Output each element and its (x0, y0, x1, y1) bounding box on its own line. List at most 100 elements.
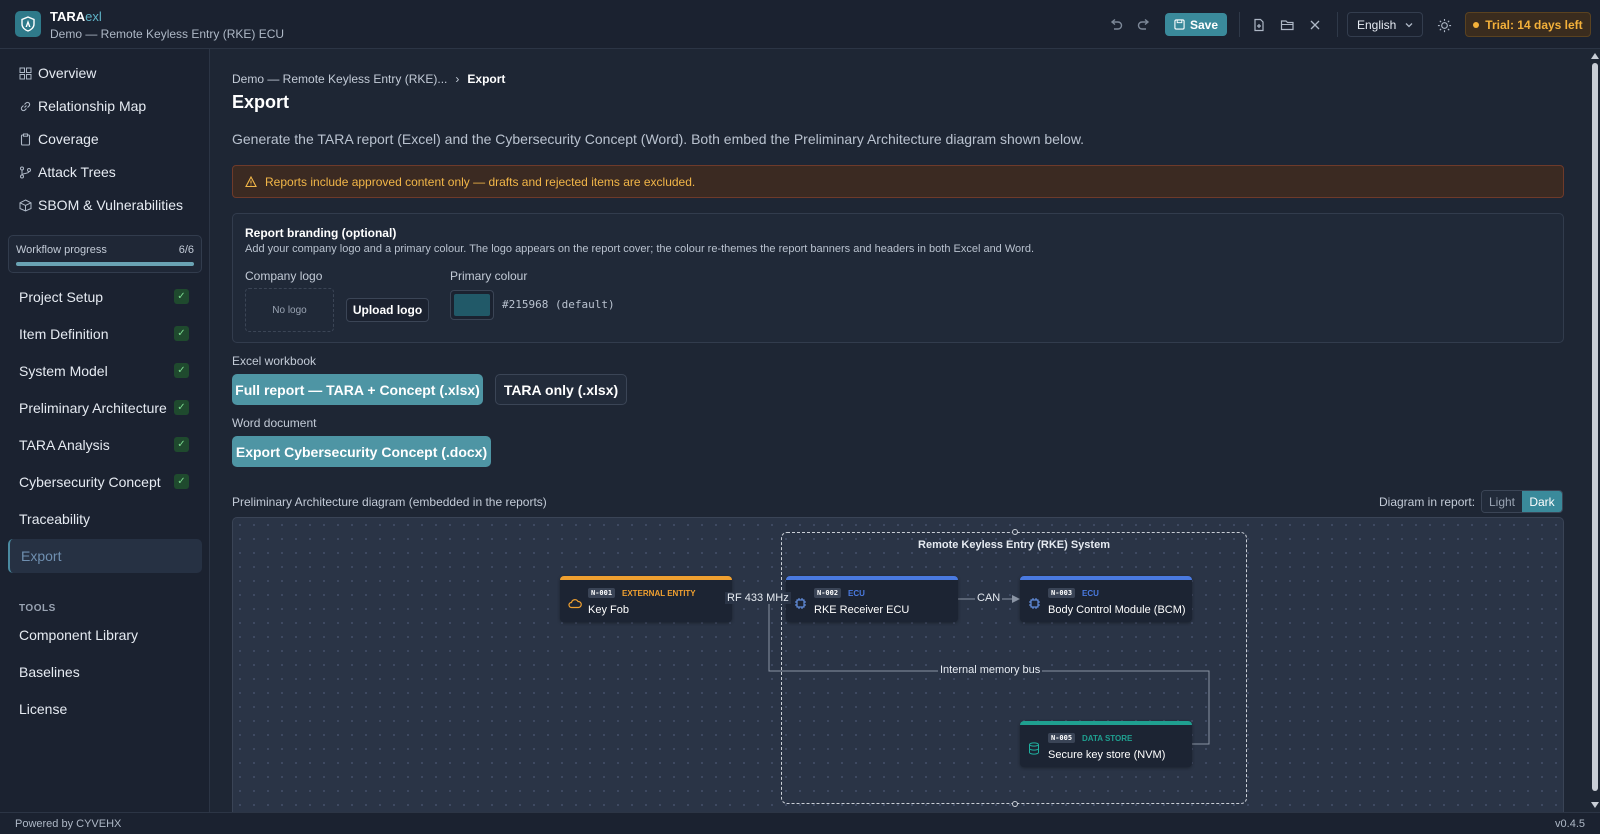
tool-license[interactable]: License (8, 693, 202, 725)
chip-icon (795, 598, 806, 609)
node-name: Body Control Module (BCM) (1048, 604, 1186, 616)
open-folder-icon[interactable] (1277, 15, 1297, 35)
step-label: System Model (19, 363, 108, 379)
diagram-section-label: Preliminary Architecture diagram (embedd… (232, 495, 547, 509)
step-traceability[interactable]: Traceability (8, 503, 202, 535)
sidebar-item-label: Overview (38, 65, 97, 81)
save-button[interactable]: Save (1165, 13, 1227, 36)
tool-label: Component Library (19, 627, 139, 643)
scroll-up-arrow[interactable] (1591, 53, 1599, 59)
check-icon: ✓ (174, 474, 189, 489)
sidebar-item-sbom[interactable]: SBOM & Vulnerabilities (0, 190, 210, 220)
sidebar-item-label: Relationship Map (38, 98, 147, 114)
new-file-icon[interactable] (1249, 15, 1269, 35)
node-name: Secure key store (NVM) (1048, 749, 1166, 761)
export-tara-only-button[interactable]: TARA only (.xlsx) (495, 374, 627, 405)
primary-colour-picker[interactable] (450, 290, 494, 320)
node-type: EXTERNAL ENTITY (622, 589, 696, 598)
sidebar-item-overview[interactable]: Overview (0, 58, 210, 88)
scroll-down-arrow[interactable] (1591, 802, 1599, 808)
chevron-down-icon (1405, 23, 1413, 28)
tools-heading: TOOLS (19, 603, 56, 614)
app-title: TARAexl (50, 9, 102, 24)
sidebar-item-label: Coverage (38, 131, 99, 147)
step-tara-analysis[interactable]: TARA Analysis ✓ (8, 429, 202, 461)
export-concept-button[interactable]: Export Cybersecurity Concept (.docx) (232, 436, 491, 467)
export-full-report-button[interactable]: Full report — TARA + Concept (.xlsx) (232, 374, 483, 405)
link-icon (20, 101, 31, 111)
theme-toggle-icon[interactable] (1434, 15, 1454, 35)
resize-handle[interactable] (1012, 801, 1018, 807)
breadcrumb: Demo — Remote Keyless Entry (RKE)... › E… (232, 72, 505, 86)
tool-label: Baselines (19, 664, 80, 680)
trial-text: Trial: 14 days left (1485, 17, 1583, 32)
powered-by: Powered by CYVEHX (15, 818, 122, 830)
tool-component-library[interactable]: Component Library (8, 619, 202, 651)
breadcrumb-separator: › (455, 72, 460, 86)
language-value: English (1357, 17, 1397, 32)
step-preliminary-architecture[interactable]: Preliminary Architecture ✓ (8, 392, 202, 424)
save-label: Save (1189, 17, 1219, 32)
resize-handle[interactable] (1012, 529, 1018, 535)
step-item-definition[interactable]: Item Definition ✓ (8, 318, 202, 350)
app-logo (15, 11, 41, 37)
toolbar-divider (1337, 12, 1338, 37)
node-rke-receiver-ecu[interactable]: N-002 ECU RKE Receiver ECU (786, 576, 958, 622)
group-title: Remote Keyless Entry (RKE) System (918, 539, 1110, 551)
page-intro: Generate the TARA report (Excel) and the… (232, 131, 1085, 147)
architecture-diagram[interactable]: Remote Keyless Entry (RKE) System N-001 … (232, 517, 1564, 812)
step-label: Export (21, 548, 62, 564)
main-scrollbar[interactable] (1590, 49, 1600, 812)
sidebar-item-attack-trees[interactable]: Attack Trees (0, 157, 210, 187)
step-system-model[interactable]: System Model ✓ (8, 355, 202, 387)
step-cybersecurity-concept[interactable]: Cybersecurity Concept ✓ (8, 466, 202, 498)
tool-baselines[interactable]: Baselines (8, 656, 202, 688)
undo-icon[interactable] (1106, 15, 1126, 35)
language-select[interactable]: English (1347, 12, 1423, 37)
approved-content-warning: Reports include approved content only — … (232, 165, 1564, 198)
sidebar: Overview Relationship Map Coverage Attac… (0, 49, 210, 812)
trial-dot (1473, 21, 1480, 28)
breadcrumb-parent[interactable]: Demo — Remote Keyless Entry (RKE)... (232, 72, 447, 86)
workflow-progress: Workflow progress 6/6 (8, 235, 202, 273)
tool-label: License (19, 701, 68, 717)
grid-icon (19, 67, 32, 79)
primary-colour-value: #215968 (default) (502, 298, 615, 311)
trial-badge[interactable]: Trial: 14 days left (1465, 12, 1591, 37)
node-name: RKE Receiver ECU (814, 604, 910, 616)
redo-icon[interactable] (1134, 15, 1154, 35)
shield-icon (21, 16, 35, 32)
sidebar-item-label: Attack Trees (38, 164, 116, 180)
node-secure-key-store[interactable]: N-005 DATA STORE Secure key store (NVM) (1020, 721, 1192, 767)
check-icon: ✓ (174, 437, 189, 452)
theme-dark-option[interactable]: Dark (1522, 491, 1562, 512)
node-bcm[interactable]: N-003 ECU Body Control Module (BCM) (1020, 576, 1192, 622)
check-icon: ✓ (174, 400, 189, 415)
close-icon[interactable] (1305, 15, 1325, 35)
step-label: Item Definition (19, 326, 109, 342)
main-content: Demo — Remote Keyless Entry (RKE)... › E… (210, 49, 1590, 812)
step-label: Cybersecurity Concept (19, 474, 161, 490)
breadcrumb-current: Export (467, 72, 506, 86)
node-type: ECU (1082, 589, 1099, 598)
sidebar-item-coverage[interactable]: Coverage (0, 124, 210, 154)
branding-description: Add your company logo and a primary colo… (245, 243, 1034, 255)
edge-label-can: CAN (975, 592, 1003, 604)
step-export[interactable]: Export (8, 539, 202, 573)
chip-icon (1029, 598, 1040, 609)
workflow-progress-label: Workflow progress (16, 244, 107, 256)
colour-swatch (454, 294, 490, 316)
theme-light-option[interactable]: Light (1482, 491, 1522, 512)
upload-logo-button[interactable]: Upload logo (346, 298, 429, 322)
node-name: Key Fob (588, 604, 629, 616)
node-id: N-005 (1048, 733, 1076, 743)
clipboard-icon (20, 133, 31, 146)
workflow-progress-count: 6/6 (178, 244, 194, 256)
step-project-setup[interactable]: Project Setup ✓ (8, 281, 202, 313)
sidebar-item-relationship-map[interactable]: Relationship Map (0, 91, 210, 121)
node-key-fob[interactable]: N-001 EXTERNAL ENTITY Key Fob (560, 576, 732, 622)
scroll-thumb[interactable] (1592, 63, 1598, 791)
footer: Powered by CYVEHX v0.4.5 (0, 812, 1600, 834)
node-type: DATA STORE (1082, 734, 1133, 743)
diagram-theme-label: Diagram in report: (1379, 495, 1476, 509)
